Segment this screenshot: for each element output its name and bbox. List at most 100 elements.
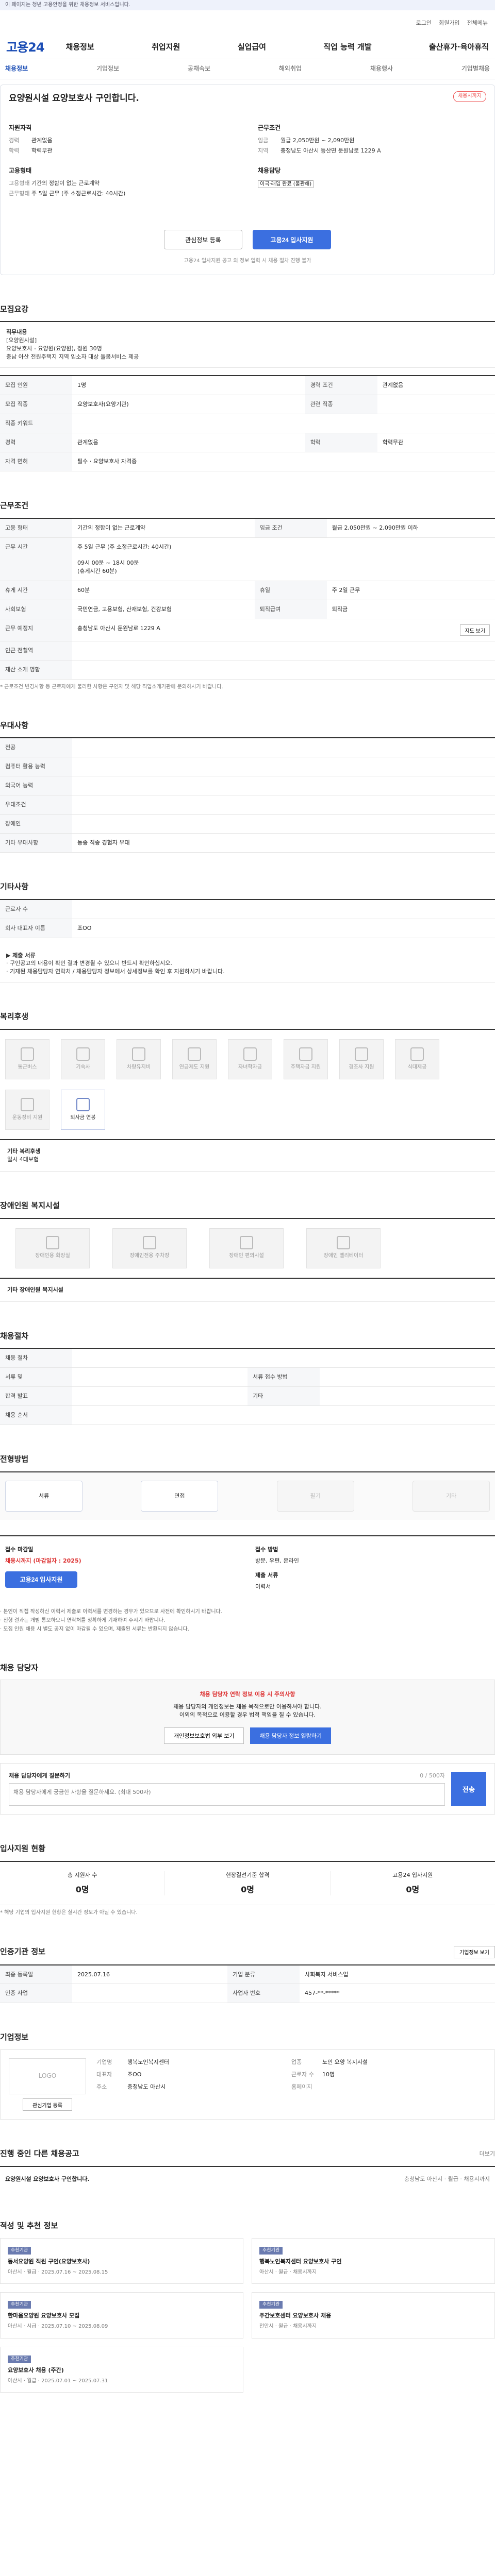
qna-input[interactable]: [9, 1783, 445, 1806]
table-value: 관계없음: [377, 376, 495, 396]
privacy-law-button[interactable]: 개인정보보호법 외부 보기: [164, 1727, 244, 1744]
recommend-meta: 아산시 · 시급 · 2025.07.10 ~ 2025.08.09: [8, 2324, 108, 2330]
table-key: 인증 사업: [0, 1984, 72, 2004]
stat-value: 0명: [406, 1884, 420, 1894]
summary-employment: 고용형태 고용형태 기간의 정함이 없는 근로계약 근무형태 주 5일 근무 (주 …: [9, 166, 237, 200]
gnb-item[interactable]: 취업지원: [152, 42, 180, 53]
recommend-meta: 아산시 · 월급 · 2025.07.01 ~ 2025.07.31: [8, 2378, 108, 2384]
section-title: 적성 및 추천 정보: [0, 2221, 58, 2230]
other-job-item[interactable]: 요양원시설 요양보호사 구인합니다. 충청남도 아산시 · 월급 · 채용시까지: [0, 2165, 495, 2192]
table-key: 사업자 번호: [227, 1984, 300, 2004]
table-value: [72, 641, 495, 661]
apply-button[interactable]: 고용24 입사지원: [253, 230, 331, 250]
table-key: 사회보험: [0, 600, 72, 620]
extra-label: 기타 복리후생: [7, 1148, 41, 1155]
company-info-button[interactable]: 기업정보 보기: [454, 1945, 495, 1958]
follow-company-button[interactable]: 관심기업 등록: [23, 2098, 72, 2111]
stats-section: 입사지원 현황 총 지원자 수 0명 현장결선기준 합격 0명 고용24 입사지원 0…: [0, 1843, 495, 1917]
gnb-item[interactable]: 채용정보: [66, 42, 94, 53]
disability-list: 장애인용 화장실 장애인전용 주차장 장애인 편의시설 장애인 엘리베이터: [0, 1217, 495, 1278]
lnb-item[interactable]: 기업별채용: [461, 64, 490, 73]
gnb-item[interactable]: 실업급여: [238, 42, 266, 53]
contact-section: 채용 담당자 채용 담당자 연락 정보 이용 시 주의사항 채용 담당자의 개인…: [0, 1663, 495, 1815]
others-table: 근로자 수 회사 대표자 이름 조OO: [0, 899, 495, 938]
disability-item: 장애인전용 주차장: [112, 1228, 187, 1268]
lnb-item[interactable]: 채용정보: [5, 64, 28, 73]
recommend-badge: 추천기관: [8, 2355, 31, 2363]
company-logo: LOGO: [9, 2058, 86, 2095]
recommend-card[interactable]: 추천기관 동서요양원 직원 구인(요양보호사) 아산시 · 월급 · 2025.07…: [0, 2238, 243, 2284]
welfare-item: 운동장비 지원: [5, 1090, 50, 1130]
recommend-list: 추천기관 동서요양원 직원 구인(요양보호사) 아산시 · 월급 · 2025.07…: [0, 2238, 495, 2393]
warning-title: 채용 담당자 연락 정보 이용 시 주의사항: [200, 1691, 295, 1698]
table-value: 기타 장애인원 복지시설: [0, 1278, 495, 1302]
table-key: 채용 순서: [0, 1405, 72, 1426]
table-value: 관계없음: [72, 433, 305, 452]
docs-label: ▶ 제출 서류: [6, 952, 36, 959]
welfare-icon: [76, 1047, 90, 1061]
table-value: [72, 660, 495, 680]
recommend-card[interactable]: 추천기관 행복노인복지센터 요양보호사 구인 아산시 · 월급 · 채용시까지: [252, 2238, 495, 2284]
summary-heading: 지원자격: [9, 124, 32, 131]
recommend-card[interactable]: 추천기관 주간보호센터 요양보호사 채용 천안시 · 월급 · 채용시까지: [252, 2292, 495, 2338]
table-key: 직종 키워드: [0, 414, 72, 433]
join-link[interactable]: 회원가입: [439, 19, 459, 27]
stat-label: 총 지원자 수: [67, 1871, 97, 1878]
all-menu-link[interactable]: 전체메뉴: [467, 19, 488, 27]
qna-count: 0 / 500자: [420, 1772, 445, 1780]
welfare-item: 차량유지비: [117, 1039, 161, 1080]
more-link[interactable]: 더보기: [480, 2150, 495, 2158]
table-key: 회사 대표자 이름: [0, 919, 72, 938]
section-title: 기업정보: [0, 2032, 29, 2042]
map-button[interactable]: 지도 보기: [460, 624, 490, 636]
lnb-item[interactable]: 해외취업: [279, 64, 302, 73]
field-value: 조OO: [127, 2071, 142, 2078]
disability-section: 장애인원 복지시설 장애인용 화장실 장애인전용 주차장 장애인 편의시설 장애…: [0, 1200, 495, 1302]
recommend-card[interactable]: 추천기관 한마음요양원 요양보호사 모집 아산시 · 시급 · 2025.07.10…: [0, 2292, 243, 2338]
recommend-card[interactable]: 추천기관 요양보호사 채용 (주간) 아산시 · 월급 · 2025.07.01 ~…: [0, 2346, 243, 2393]
table-value: 충청남도 아산시 둔원남로 1229 A 지도 보기: [72, 619, 495, 642]
stat-item: 총 지원자 수 0명: [0, 1871, 166, 1896]
qna-send-button[interactable]: 전송: [451, 1772, 486, 1806]
apply-button-2[interactable]: 고용24 입사지원: [5, 1571, 77, 1588]
table-value: 조OO: [72, 919, 495, 938]
table-value: [320, 1386, 495, 1406]
main-nav: 채용정보 취업지원 실업급여 직업 능력 개발 출산휴가·육아휴직: [66, 42, 489, 53]
gnb-item[interactable]: 출산휴가·육아휴직: [429, 42, 489, 53]
steps-bar: 서류 면접 필기 기타: [0, 1471, 495, 1520]
apply-col: 접수 마감일 채용시까지 (마감일자 : 2025) 고용24 입사지원: [5, 1546, 240, 1591]
apply-deadline: 채용시까지 (마감일자 : 2025): [5, 1557, 81, 1564]
contact-warning: 채용 담당자 연락 정보 이용 시 주의사항 채용 담당자의 개인정보는 채용 …: [0, 1680, 495, 1755]
lnb-item[interactable]: 채용행사: [370, 64, 393, 73]
prefer-section: 우대사항 전공 컴퓨터 활용 능력 외국어 능력 우대조건 장애인 기타 우대사…: [0, 720, 495, 853]
warning-text: 채용 담당자의 개인정보는 채용 목적으로만 이용하셔야 합니다. 이외의 목적…: [173, 1703, 322, 1719]
welfare-icon: [410, 1047, 424, 1061]
work-table: 고용 형태 기간의 정함이 없는 근로계약 임금 조건 월급 2,050만원 ~ 2,…: [0, 517, 495, 680]
welfare-label: 연금제도 지원: [179, 1064, 210, 1070]
job-description: 직무내용 [요양원시설] 요양보호사 - 요양원(요양원), 정원 30명 충남…: [0, 321, 495, 368]
table-value: 주 2일 근무: [326, 581, 495, 601]
section-title: 기타사항: [0, 882, 29, 891]
item-label: 장애인용 화장실: [35, 1253, 70, 1259]
recommend-meta: 아산시 · 월급 · 2025.07.16 ~ 2025.08.15: [8, 2269, 108, 2275]
login-link[interactable]: 로그인: [416, 19, 432, 27]
qna-header: 채용 담당자에게 질문하기 0 / 500자: [9, 1772, 445, 1780]
section-title: 입사지원 현황: [0, 1844, 46, 1854]
table-value: 월급 2,050만원 ~ 2,090만원 이하: [326, 518, 495, 538]
stat-item: 현장결선기준 합격 0명: [165, 1871, 331, 1896]
welfare-icon: [243, 1047, 257, 1061]
item-label: 장애인 편의시설: [229, 1253, 264, 1259]
lnb-item[interactable]: 기업정보: [96, 64, 119, 73]
section-title: 근무조건: [0, 500, 29, 510]
table-key: 우대조건: [0, 795, 72, 815]
section-title: 전형방법: [0, 1454, 29, 1464]
site-logo[interactable]: 고용24: [6, 39, 45, 57]
scrap-button[interactable]: 관심정보 등록: [164, 230, 242, 250]
deadline-badge: 채용시까지: [453, 91, 486, 102]
gnb-item[interactable]: 직업 능력 개발: [323, 42, 371, 53]
lnb-item[interactable]: 공채속보: [188, 64, 210, 73]
process-section: 채용절차 채용 절차 서류 및 서류 접수 방법 합격 발표 기타 채용 순서: [0, 1331, 495, 1426]
view-contact-button[interactable]: 채용 담당자 정보 열람하기: [250, 1727, 331, 1744]
field-value: 행복노인복지센터: [127, 2059, 169, 2066]
welfare-item: 기숙사: [61, 1039, 105, 1080]
